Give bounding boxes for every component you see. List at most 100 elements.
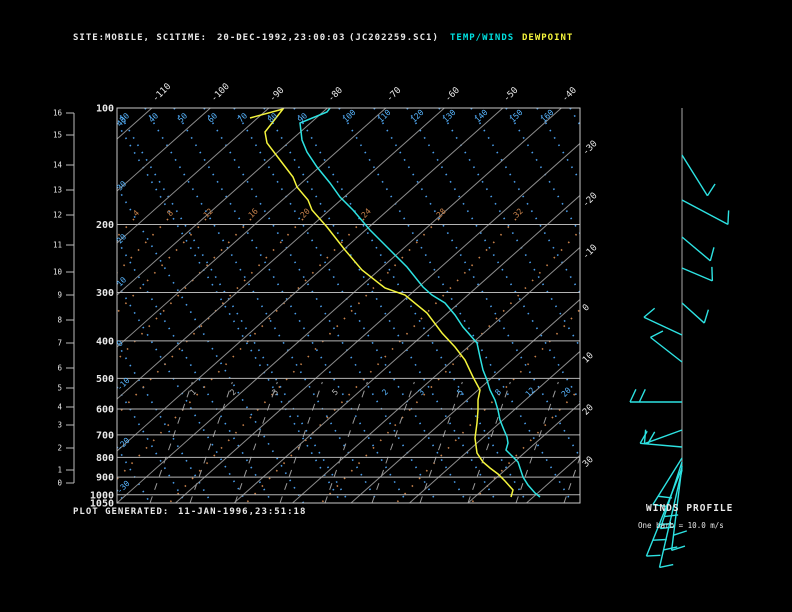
winds-profile: [629, 108, 730, 569]
dry-adiabat-lines: [117, 108, 580, 503]
tick-label: 32: [512, 207, 525, 220]
tick-label: 600: [96, 404, 114, 415]
tick-label: -110: [151, 82, 173, 104]
tick-label: 24: [360, 207, 373, 220]
tick-label: -30: [115, 479, 132, 496]
tick-label: 120: [409, 108, 426, 125]
tick-label: 30: [581, 455, 596, 470]
tick-label: 50: [176, 111, 189, 124]
tick-label: 2: [228, 387, 238, 397]
skewt-plot-window: SITE: MOBILE, SC1 TIME: 20-DEC-1992,23:0…: [0, 0, 792, 612]
tick-label: 2: [57, 444, 62, 453]
wind-barb-tick: [639, 430, 648, 444]
tick-label: 130: [441, 108, 458, 125]
wind-barb-staff: [640, 442, 683, 448]
tick-label: 2: [380, 387, 390, 397]
tick-label: 100: [96, 104, 114, 115]
plot-generated-label: PLOT GENERATED:: [73, 507, 170, 517]
tick-label: 15: [53, 131, 62, 140]
tick-label: 7: [57, 339, 62, 348]
tick-label: 11: [53, 241, 62, 250]
wind-barb-tick: [629, 389, 637, 403]
tick-label: 12: [524, 386, 537, 399]
wind-barb-tick: [652, 538, 667, 541]
tick-label: 5: [57, 384, 62, 393]
wind-barb-staff: [681, 199, 729, 226]
tick-label: -20: [115, 436, 132, 453]
tick-label: -100: [209, 82, 231, 104]
tick-label: 150: [508, 108, 525, 125]
tick-label: 10: [581, 351, 596, 366]
tick-label: 8: [165, 208, 175, 218]
wind-barb-staff: [643, 316, 683, 336]
wind-barb-staff: [681, 236, 711, 262]
tick-label: 0: [581, 303, 592, 314]
mixing-ratio-labels: 4 8 12 16 20 24 28 32: [131, 207, 525, 220]
wind-barb-tick: [647, 431, 656, 445]
tick-label: -30: [581, 139, 600, 158]
wind-barb-tick: [703, 309, 710, 324]
isotherm-labels: -110 -100 -90 -80 -70 -60 -50 -40-30-20-1001020…: [151, 82, 600, 470]
wind-barb-tick: [646, 554, 661, 557]
wind-barb-staff: [644, 429, 683, 445]
wind-barb-tick: [650, 330, 664, 338]
tick-label: 8: [57, 316, 62, 325]
tick-label: 500: [96, 374, 114, 385]
tick-label: 6: [57, 364, 62, 373]
tick-label: 4: [131, 208, 141, 218]
wind-barb-staff: [681, 154, 709, 197]
winds-profile-note: One barb = 10.0 m/s: [638, 521, 724, 530]
wind-barb-tick: [673, 530, 688, 536]
tick-label: 110: [376, 108, 393, 125]
tick-label: 9: [57, 291, 62, 300]
tick-label: 14: [53, 161, 63, 170]
wind-barb-staff: [681, 302, 705, 324]
tick-label: 1: [57, 466, 62, 475]
wind-barb-tick: [638, 389, 646, 403]
tick-label: 1: [188, 387, 198, 397]
wind-barb-tick: [727, 210, 730, 225]
tick-label: 8: [493, 387, 503, 397]
temperature-curve: [299, 108, 541, 498]
tick-label: -60: [443, 86, 462, 105]
tick-label: -40: [560, 86, 579, 105]
tick-label: -20: [581, 191, 600, 210]
tick-label: 700: [96, 430, 114, 441]
plot-generated-value: 11-JAN-1996,23:51:18: [178, 507, 307, 517]
wind-barb-staff: [650, 336, 683, 363]
tick-label: 20: [299, 207, 312, 220]
tick-label: -50: [502, 86, 521, 105]
moist-adiabat-lines: [149, 381, 580, 503]
tick-label: 60: [206, 111, 219, 124]
tick-label: -10: [581, 243, 600, 262]
tick-label: 90: [296, 111, 309, 124]
tick-label: 13: [53, 186, 62, 195]
tick-label: 16: [53, 109, 63, 118]
wind-barb-tick: [643, 307, 656, 318]
tick-label: 20: [560, 386, 573, 399]
tick-label: 200: [96, 220, 114, 231]
pressure-axis-labels: 10020030040050060070080090010001050: [90, 104, 114, 510]
wind-barb-tick: [709, 247, 715, 261]
tick-label: 20: [581, 403, 596, 418]
wind-barb-tick: [659, 563, 674, 569]
tick-label: 5: [330, 387, 340, 397]
tick-label: 400: [96, 336, 114, 347]
tick-label: 3: [57, 421, 62, 430]
tick-label: 4: [57, 403, 62, 412]
tick-label: 900: [96, 473, 114, 484]
tick-label: -80: [326, 86, 345, 105]
wind-barb-staff: [681, 267, 713, 282]
tick-label: 0: [57, 479, 62, 488]
tick-label: -70: [385, 86, 404, 105]
mid-chart-labels: 1 2 3 5 2 3 5 8 12 20: [188, 386, 573, 399]
tick-label: 10: [53, 268, 63, 277]
tick-label: 70: [236, 111, 249, 124]
tick-label: 28: [435, 207, 448, 220]
tick-label: 300: [96, 288, 114, 299]
tick-label: 800: [96, 453, 114, 464]
wind-barb-tick: [706, 183, 716, 197]
tick-label: 160: [539, 108, 556, 125]
dry-adiabat-labels: 30 40 50 60 70 80 90 100 110 120 130 140 150 16040302…: [115, 108, 556, 496]
tick-label: 40: [147, 111, 160, 124]
